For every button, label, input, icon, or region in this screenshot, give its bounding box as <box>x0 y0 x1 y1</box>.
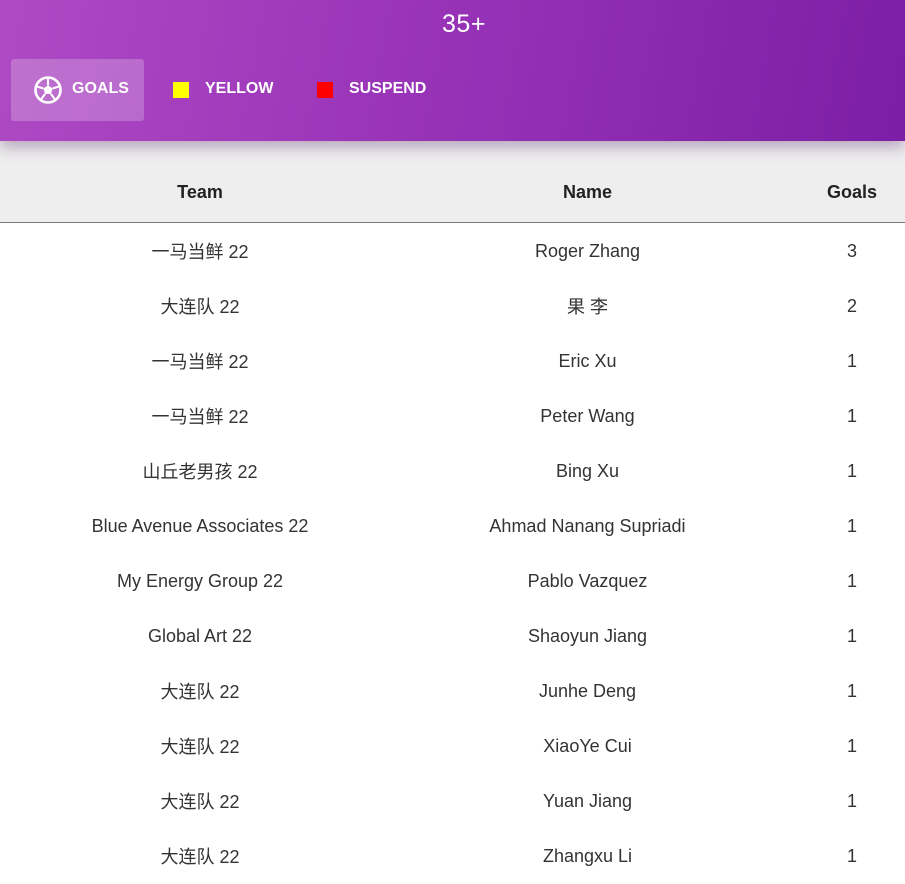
tab-suspend-label: SUSPEND <box>349 80 427 97</box>
team-cell: 大连队 22 <box>160 682 240 702</box>
tab-goals-label: GOALS <box>72 80 129 97</box>
tab-suspend[interactable]: SUSPEND <box>303 59 443 121</box>
player-name-cell: XiaoYe Cui <box>543 735 632 756</box>
player-name-cell: Bing Xu <box>555 460 620 481</box>
table-header-row: Team Name Goals <box>0 141 905 222</box>
team-cell: 大连队 22 <box>160 737 240 757</box>
column-header-name[interactable]: Name <box>400 141 775 222</box>
tab-yellow[interactable]: YELLOW <box>161 59 281 121</box>
team-cell: My Energy Group 22 <box>116 570 284 591</box>
goals-cell: 1 <box>846 845 857 866</box>
team-cell: 大连队 22 <box>160 847 240 867</box>
player-name-cell: Ahmad Nanang Supriadi <box>489 515 686 536</box>
team-cell: 一马当鲜 22 <box>151 242 249 262</box>
goals-cell: 1 <box>846 735 857 756</box>
goals-cell: 1 <box>846 405 857 426</box>
yellow-card-icon <box>173 82 189 98</box>
goals-table: Team Name Goals 一马当鲜 22 Roger Zhang 3 大连… <box>0 141 905 884</box>
goals-cell: 1 <box>846 460 857 481</box>
goals-cell: 1 <box>846 515 857 536</box>
table-row: 大连队 22 Yuan Jiang 1 <box>0 774 905 829</box>
goals-cell: 1 <box>846 570 857 591</box>
tab-yellow-label: YELLOW <box>205 80 274 97</box>
table-row: 一马当鲜 22 Eric Xu 1 <box>0 334 905 389</box>
table-row: 大连队 22 Zhangxu Li 1 <box>0 829 905 884</box>
soccer-ball-icon <box>34 76 62 104</box>
team-cell: Global Art 22 <box>147 625 253 646</box>
header-bar: 35+ GOALS YELLOW SUSPEND <box>0 0 905 141</box>
team-cell: 大连队 22 <box>160 792 240 812</box>
table-row: 大连队 22 XiaoYe Cui 1 <box>0 719 905 774</box>
team-cell: 一马当鲜 22 <box>151 407 249 427</box>
team-cell: 一马当鲜 22 <box>151 352 249 372</box>
table-row: My Energy Group 22 Pablo Vazquez 1 <box>0 554 905 609</box>
team-cell: Blue Avenue Associates 22 <box>91 515 309 536</box>
team-cell: 山丘老男孩 22 <box>142 462 258 482</box>
table-row: 一马当鲜 22 Roger Zhang 3 <box>0 222 905 279</box>
table-row: 山丘老男孩 22 Bing Xu 1 <box>0 444 905 499</box>
player-name-cell: Shaoyun Jiang <box>527 625 648 646</box>
player-name-cell: Zhangxu Li <box>542 845 633 866</box>
player-name-cell: Yuan Jiang <box>542 790 633 811</box>
goals-cell: 1 <box>846 350 857 371</box>
player-name-cell: Eric Xu <box>558 350 617 371</box>
table-row: 大连队 22 果 李 2 <box>0 279 905 334</box>
goals-cell: 1 <box>846 680 857 701</box>
goals-cell: 1 <box>846 790 857 811</box>
player-name-cell: 果 李 <box>566 297 608 317</box>
table-row: Global Art 22 Shaoyun Jiang 1 <box>0 609 905 664</box>
player-name-cell: Junhe Deng <box>538 680 637 701</box>
player-name-cell: Pablo Vazquez <box>527 570 648 591</box>
goals-cell: 3 <box>846 240 857 261</box>
red-card-icon <box>317 82 333 98</box>
page-title: 35+ <box>442 10 486 38</box>
goals-cell: 2 <box>846 295 857 316</box>
column-header-team[interactable]: Team <box>0 141 400 222</box>
column-header-goals[interactable]: Goals <box>775 141 905 222</box>
table-row: 大连队 22 Junhe Deng 1 <box>0 664 905 719</box>
goals-cell: 1 <box>846 625 857 646</box>
tab-goals[interactable]: GOALS <box>11 59 144 121</box>
table-row: 一马当鲜 22 Peter Wang 1 <box>0 389 905 444</box>
player-name-cell: Roger Zhang <box>534 240 641 261</box>
table-row: Blue Avenue Associates 22 Ahmad Nanang S… <box>0 499 905 554</box>
player-name-cell: Peter Wang <box>540 405 635 426</box>
team-cell: 大连队 22 <box>160 297 240 317</box>
